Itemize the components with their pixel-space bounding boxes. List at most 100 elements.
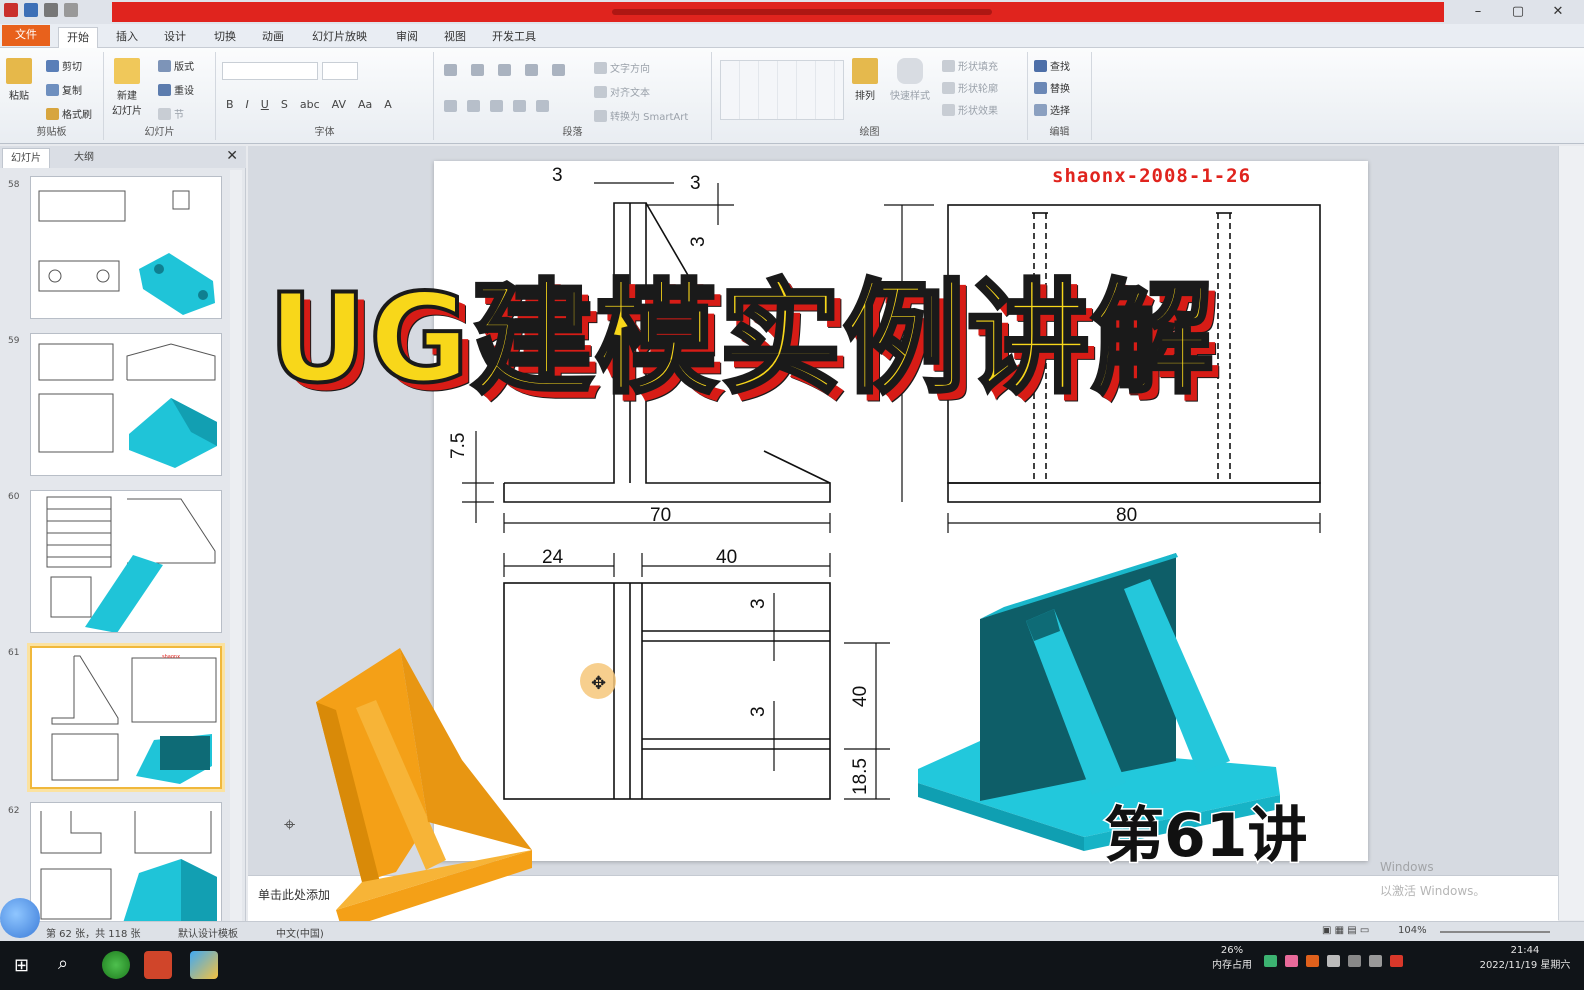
tray-icon[interactable] xyxy=(1306,955,1319,967)
thumbnail-scrollbar[interactable] xyxy=(230,170,242,930)
char-spacing-button[interactable]: AV xyxy=(332,98,346,111)
tab-slides-pane[interactable]: 幻灯片 xyxy=(2,148,50,168)
reset-button[interactable]: 重设 xyxy=(158,82,194,97)
tab-developer[interactable]: 开发工具 xyxy=(484,27,544,48)
language[interactable]: 中文(中国) xyxy=(276,925,324,940)
find-button[interactable]: 查找 xyxy=(1034,58,1070,73)
bullets-icon[interactable] xyxy=(444,64,457,76)
tray-icon[interactable] xyxy=(1327,955,1340,967)
tray-icon[interactable] xyxy=(1264,955,1277,967)
align-center-icon[interactable] xyxy=(467,100,480,112)
font-group: B I U S abc AV Aa A 字体 xyxy=(216,52,434,140)
windows-start-icon[interactable]: ⊞ xyxy=(14,955,29,976)
paste-button[interactable]: 粘贴 xyxy=(6,58,32,102)
paragraph-label: 段落 xyxy=(562,127,583,138)
slides-group: 新建 幻灯片 版式 重设 节 幻灯片 xyxy=(104,52,216,140)
paste-icon xyxy=(6,58,32,84)
align-left-icon[interactable] xyxy=(444,100,457,112)
italic-button[interactable]: I xyxy=(246,98,249,111)
shadow-button[interactable]: abc xyxy=(300,98,320,111)
slide-thumbnail-selected[interactable]: shaonx xyxy=(30,646,222,789)
layout-button[interactable]: 版式 xyxy=(158,58,194,73)
dim-18-5: 18.5 xyxy=(850,758,871,795)
tray-icon[interactable] xyxy=(1390,955,1403,967)
ug-app-icon[interactable] xyxy=(190,951,218,979)
minimize-button[interactable]: – xyxy=(1458,2,1498,22)
bold-button[interactable]: B xyxy=(226,98,234,111)
tab-insert[interactable]: 插入 xyxy=(108,27,146,48)
system-tray-icons[interactable] xyxy=(1264,955,1403,967)
slide-canvas[interactable]: 3 3 3 7.5 70 80 24 40 3 3 40 18.5 ✥ shao… xyxy=(434,161,1368,861)
align-text-button[interactable]: 对齐文本 xyxy=(594,84,650,99)
justify-icon[interactable] xyxy=(513,100,526,112)
outline-icon xyxy=(942,81,955,94)
clipboard-group: 粘贴 剪切 复制 格式刷 剪贴板 xyxy=(0,52,104,140)
underline-button[interactable]: U xyxy=(261,98,269,111)
slide-thumbnail[interactable] xyxy=(30,333,222,476)
save-icon[interactable] xyxy=(24,3,38,17)
powerpoint-taskbar-icon[interactable] xyxy=(144,951,172,979)
zoom-slider[interactable] xyxy=(1440,931,1550,933)
theme-name[interactable]: 默认设计模板 xyxy=(178,925,238,940)
redo-icon[interactable] xyxy=(64,3,78,17)
tab-file[interactable]: 文件 xyxy=(2,25,50,46)
volume-icon[interactable] xyxy=(1369,955,1382,967)
slide-thumbnail[interactable] xyxy=(30,176,222,319)
editing-label: 编辑 xyxy=(1049,127,1070,138)
slide-scrollbar[interactable] xyxy=(1558,146,1584,920)
smartart-button[interactable]: 转换为 SmartArt xyxy=(594,108,688,123)
binoculars-icon xyxy=(1034,59,1047,72)
tray-icon[interactable] xyxy=(1285,955,1298,967)
layout-icon xyxy=(158,59,171,72)
quick-styles-button[interactable]: 快速样式 xyxy=(890,58,930,102)
decrease-indent-icon[interactable] xyxy=(498,64,511,76)
tab-animations[interactable]: 动画 xyxy=(254,27,292,48)
font-color-button[interactable]: A xyxy=(384,98,392,111)
tab-outline-pane[interactable]: 大纲 xyxy=(66,148,102,168)
shape-effects-button[interactable]: 形状效果 xyxy=(942,102,998,117)
tab-home[interactable]: 开始 xyxy=(58,27,98,48)
cut-button[interactable]: 剪切 xyxy=(46,58,82,73)
font-size-select[interactable] xyxy=(322,62,358,80)
close-pane-button[interactable]: ✕ xyxy=(226,148,238,164)
editing-group: 查找 替换 选择 编辑 xyxy=(1028,52,1092,140)
tab-review[interactable]: 审阅 xyxy=(388,27,426,48)
slide-thumbnail[interactable] xyxy=(30,802,222,922)
clock[interactable]: 21:44 2022/11/19 星期六 xyxy=(1470,945,1580,971)
arrange-button[interactable]: 排列 xyxy=(852,58,878,102)
network-icon[interactable] xyxy=(1348,955,1361,967)
select-button[interactable]: 选择 xyxy=(1034,102,1070,117)
tab-design[interactable]: 设计 xyxy=(156,27,194,48)
restore-button[interactable]: ▢ xyxy=(1498,2,1538,22)
tab-slideshow[interactable]: 幻灯片放映 xyxy=(304,27,375,48)
shape-fill-button[interactable]: 形状填充 xyxy=(942,58,998,73)
tab-view[interactable]: 视图 xyxy=(436,27,474,48)
format-painter-button[interactable]: 格式刷 xyxy=(46,106,92,121)
zoom-level[interactable]: 104% xyxy=(1398,925,1427,936)
text-direction-button[interactable]: 文字方向 xyxy=(594,60,650,75)
columns-icon[interactable] xyxy=(536,100,549,112)
numbering-icon[interactable] xyxy=(471,64,484,76)
change-case-button[interactable]: Aa xyxy=(358,98,372,111)
close-button[interactable]: ✕ xyxy=(1538,2,1578,22)
tab-transitions[interactable]: 切换 xyxy=(206,27,244,48)
replace-button[interactable]: 替换 xyxy=(1034,80,1070,95)
font-family-select[interactable] xyxy=(222,62,318,80)
view-buttons[interactable]: ▣ ▦ ▤ ▭ xyxy=(1322,925,1369,936)
increase-indent-icon[interactable] xyxy=(525,64,538,76)
shapes-gallery[interactable] xyxy=(720,60,844,120)
search-icon[interactable]: ⌕ xyxy=(58,953,68,974)
browser-icon[interactable] xyxy=(102,951,130,979)
ribbon-tabs: 文件 开始 插入 设计 切换 动画 幻灯片放映 审阅 视图 开发工具 xyxy=(0,24,1584,48)
line-spacing-icon[interactable] xyxy=(552,64,565,76)
section-button[interactable]: 节 xyxy=(158,106,184,121)
undo-icon[interactable] xyxy=(44,3,58,17)
strikethrough-button[interactable]: S xyxy=(281,98,288,111)
font-label: 字体 xyxy=(314,127,335,138)
ribbon: 粘贴 剪切 复制 格式刷 剪贴板 新建 幻灯片 版式 重设 节 幻灯片 B I … xyxy=(0,48,1584,144)
copy-button[interactable]: 复制 xyxy=(46,82,82,97)
shape-outline-button[interactable]: 形状轮廓 xyxy=(942,80,998,95)
new-slide-button[interactable]: 新建 幻灯片 xyxy=(112,58,142,117)
align-right-icon[interactable] xyxy=(490,100,503,112)
slide-thumbnail[interactable] xyxy=(30,490,222,633)
